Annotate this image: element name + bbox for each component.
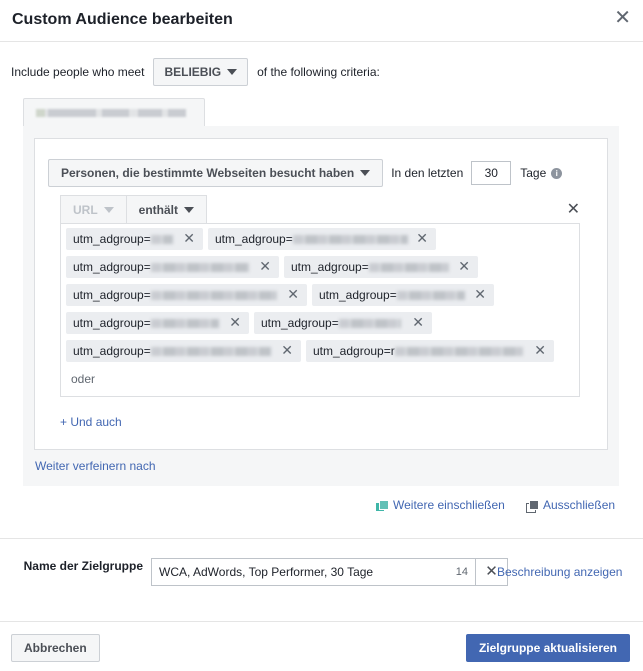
url-filter: URL enthält ✕ utm_adgroup= ✕ utm_adgroup…: [60, 195, 580, 397]
url-tag-label: utm_adgroup=: [73, 260, 151, 274]
url-tag: utm_adgroup= ✕: [284, 256, 478, 278]
audience-tab[interactable]: [23, 98, 205, 126]
include-more-link[interactable]: Weitere einschließen: [376, 498, 505, 512]
redacted-value: [292, 234, 408, 244]
section-divider: [0, 538, 643, 539]
criteria-suffix: of the following criteria:: [257, 65, 380, 79]
info-icon[interactable]: i: [551, 167, 563, 179]
remove-tag-icon[interactable]: ✕: [474, 286, 486, 303]
audience-name-label: Name der Zielgruppe: [23, 559, 143, 573]
remove-tag-icon[interactable]: ✕: [412, 314, 424, 331]
chevron-down-icon: [360, 170, 371, 176]
remove-tag-icon[interactable]: ✕: [534, 342, 546, 359]
redacted-tab-label: [36, 109, 186, 117]
redacted-value: [150, 290, 277, 300]
refine-link[interactable]: Weiter verfeinern nach: [35, 459, 156, 473]
rule-panel: Personen, die bestimmte Webseiten besuch…: [23, 126, 619, 486]
and-also-link[interactable]: + Und auch: [60, 415, 122, 429]
or-placeholder[interactable]: oder: [71, 372, 95, 386]
url-tag: utm_adgroup= ✕: [66, 256, 279, 278]
criteria-row: Include people who meet BELIEBIG of the …: [11, 58, 380, 86]
url-tag: utm_adgroup= ✕: [66, 284, 307, 306]
event-select[interactable]: Personen, die bestimmte Webseiten besuch…: [48, 159, 384, 187]
filter-selectors: URL enthält: [60, 195, 580, 223]
audience-name-value: WCA, AdWords, Top Performer, 30 Tage: [159, 565, 374, 579]
redacted-value: [150, 346, 271, 356]
include-more-label: Weitere einschließen: [393, 498, 505, 512]
url-tag-label: utm_adgroup=: [73, 232, 151, 246]
dialog-title: Custom Audience bearbeiten: [12, 11, 233, 28]
remove-tag-icon[interactable]: ✕: [281, 342, 293, 359]
url-tag-label: utm_adgroup=r: [313, 344, 395, 358]
exclude-link[interactable]: Ausschließen: [526, 498, 616, 513]
match-select-label: BELIEBIG: [164, 65, 222, 79]
days-input[interactable]: 30: [471, 161, 512, 185]
url-tag: utm_adgroup= ✕: [66, 340, 301, 362]
url-tag: utm_adgroup=r ✕: [306, 340, 554, 362]
days-label: In den letzten: [391, 166, 464, 180]
remove-tag-icon[interactable]: ✕: [259, 258, 271, 275]
redacted-value: [394, 346, 523, 356]
remove-tag-icon[interactable]: ✕: [416, 230, 428, 247]
chevron-down-icon: [227, 69, 238, 75]
url-tag: utm_adgroup= ✕: [66, 312, 249, 334]
rule-row: Personen, die bestimmte Webseiten besuch…: [48, 159, 563, 187]
redacted-value: [150, 318, 219, 328]
audience-name-input[interactable]: WCA, AdWords, Top Performer, 30 Tage 14: [151, 558, 476, 586]
remove-filter-icon[interactable]: ✕: [567, 199, 580, 219]
url-tag: utm_adgroup= ✕: [208, 228, 436, 250]
redacted-value: [150, 234, 173, 244]
operator-select-label: enthält: [138, 202, 179, 217]
cancel-button[interactable]: Abbrechen: [11, 634, 100, 662]
url-tag: utm_adgroup= ✕: [254, 312, 432, 334]
character-count: 14: [455, 566, 468, 578]
url-tag-label: utm_adgroup=: [215, 232, 293, 246]
url-tag-label: utm_adgroup=: [319, 288, 397, 302]
footer-divider: [0, 621, 643, 622]
remove-tag-icon[interactable]: ✕: [183, 230, 195, 247]
url-tag-label: utm_adgroup=: [261, 316, 339, 330]
url-tag-label: utm_adgroup=: [73, 288, 151, 302]
url-tag-label: utm_adgroup=: [291, 260, 369, 274]
dialog-header: Custom Audience bearbeiten ✕: [0, 0, 643, 42]
url-tag: utm_adgroup= ✕: [66, 228, 203, 250]
chevron-down-icon: [184, 206, 195, 213]
remove-tag-icon[interactable]: ✕: [458, 258, 470, 275]
chevron-down-icon: [103, 206, 114, 213]
update-audience-button[interactable]: Zielgruppe aktualisieren: [465, 634, 630, 662]
redacted-value: [396, 290, 465, 300]
redacted-value: [338, 318, 401, 328]
url-tag: utm_adgroup= ✕: [312, 284, 494, 306]
redacted-value: [150, 262, 249, 272]
match-select[interactable]: BELIEBIG: [153, 58, 249, 86]
exclude-label: Ausschließen: [543, 498, 616, 512]
url-tag-label: utm_adgroup=: [73, 316, 151, 330]
include-icon: [376, 499, 389, 511]
event-select-label: Personen, die bestimmte Webseiten besuch…: [61, 166, 355, 180]
close-icon[interactable]: ✕: [614, 8, 631, 28]
tage-label: Tage: [520, 166, 547, 180]
field-select-label: URL: [73, 202, 98, 217]
criteria-prefix: Include people who meet: [11, 65, 145, 79]
redacted-value: [368, 262, 449, 272]
remove-tag-icon[interactable]: ✕: [287, 286, 299, 303]
show-description-link[interactable]: Beschreibung anzeigen: [497, 565, 622, 579]
url-tag-label: utm_adgroup=: [73, 344, 151, 358]
exclude-icon: [526, 499, 539, 513]
url-tag-input[interactable]: utm_adgroup= ✕ utm_adgroup= ✕ utm_adgrou…: [60, 223, 580, 397]
operator-select[interactable]: enthält: [125, 195, 208, 223]
remove-tag-icon[interactable]: ✕: [229, 314, 241, 331]
rule-card: Personen, die bestimmte Webseiten besuch…: [34, 138, 608, 450]
field-select[interactable]: URL: [60, 195, 126, 223]
